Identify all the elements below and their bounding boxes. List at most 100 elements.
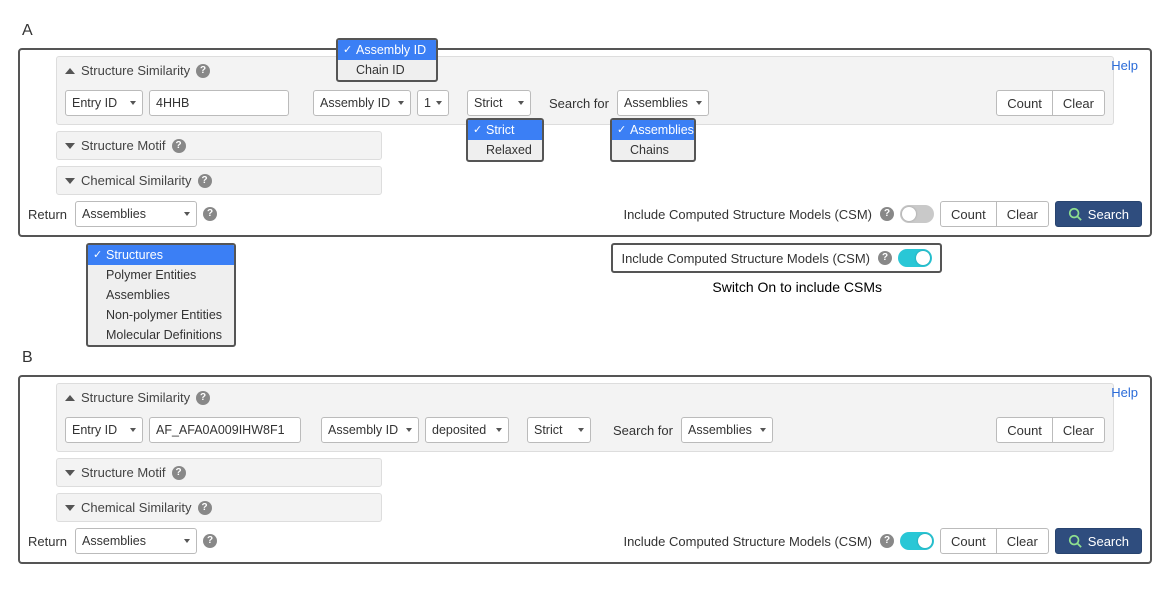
count-clear-group: Count Clear [996,90,1105,116]
dropdown-strict[interactable]: ✓ Strict Relaxed [466,118,544,162]
check-icon: ✓ [617,123,626,136]
count-button[interactable]: Count [940,201,997,227]
help-icon[interactable]: ? [198,174,212,188]
help-icon[interactable]: ? [196,391,210,405]
dropdown-id-type[interactable]: ✓ Assembly ID Chain ID [336,38,438,82]
count-button[interactable]: Count [996,90,1053,116]
caret-down-icon [65,503,75,513]
similarity-form-row: Entry ID 4HHB Assembly ID 1 Strict Searc… [57,84,1113,124]
section-header-similarity[interactable]: Structure Similarity ? [57,384,1113,411]
option-chain-id[interactable]: Chain ID [338,60,436,80]
clear-button[interactable]: Clear [1052,417,1105,443]
help-icon[interactable]: ? [880,207,894,221]
entry-id-select[interactable]: Entry ID [65,417,143,443]
deposited-select[interactable]: deposited [425,417,509,443]
caret-down-icon [65,468,75,478]
option-chains[interactable]: Chains [612,140,694,160]
search-for-select[interactable]: Assemblies [617,90,709,116]
option-polymer-entities[interactable]: Polymer Entities [88,265,234,285]
option-non-polymer-entities[interactable]: Non-polymer Entities [88,305,234,325]
option-relaxed[interactable]: Relaxed [468,140,542,160]
help-icon[interactable]: ? [878,251,892,265]
option-assemblies[interactable]: ✓ Assemblies [612,120,694,140]
dropdown-search-for[interactable]: ✓ Assemblies Chains [610,118,696,162]
section-title: Structure Similarity [81,390,190,405]
panel-b: Help Structure Similarity ? Entry ID AF_… [18,375,1152,564]
entry-id-input[interactable]: AF_AFA0A009IHW8F1 [149,417,301,443]
help-icon[interactable]: ? [196,64,210,78]
id-type-select[interactable]: Assembly ID [313,90,411,116]
section-title: Chemical Similarity [81,500,192,515]
option-assembly-id[interactable]: ✓ Assembly ID [338,40,436,60]
option-label: Strict [486,123,514,137]
help-link[interactable]: Help [1111,58,1138,73]
help-icon[interactable]: ? [172,139,186,153]
option-label: Structures [106,248,163,262]
option-label: Assemblies [106,288,170,302]
similarity-form-row: Entry ID AF_AFA0A009IHW8F1 Assembly ID d… [57,411,1113,451]
option-strict[interactable]: ✓ Strict [468,120,542,140]
search-button-label: Search [1088,534,1129,549]
help-link[interactable]: Help [1111,385,1138,400]
option-label: Relaxed [486,143,532,157]
help-icon[interactable]: ? [198,501,212,515]
entry-id-input[interactable]: 4HHB [149,90,289,116]
id-type-select[interactable]: Assembly ID [321,417,419,443]
strict-select[interactable]: Strict [467,90,531,116]
search-for-label: Search for [549,96,609,111]
panel-a: Help Structure Similarity ? Entry ID 4HH… [18,48,1152,237]
return-label: Return [28,207,67,222]
search-for-select[interactable]: Assemblies [681,417,773,443]
section-structure-similarity: Structure Similarity ? Entry ID 4HHB Ass… [56,56,1114,125]
help-icon[interactable]: ? [880,534,894,548]
option-assemblies[interactable]: Assemblies [88,285,234,305]
count-clear-group: Count Clear [996,417,1105,443]
csm-caption: Switch On to include CSMs [712,279,882,295]
section-header-chem[interactable]: Chemical Similarity ? [57,494,381,521]
csm-on-box: Include Computed Structure Models (CSM) … [611,243,942,273]
help-icon[interactable]: ? [203,534,217,548]
section-title: Structure Similarity [81,63,190,78]
count-button[interactable]: Count [996,417,1053,443]
section-structure-motif: Structure Motif ? [56,131,382,160]
option-structures[interactable]: ✓ Structures [88,245,234,265]
section-title: Structure Motif [81,465,166,480]
section-structure-similarity: Structure Similarity ? Entry ID AF_AFA0A… [56,383,1114,452]
count-clear-group: Count Clear [940,201,1049,227]
search-button[interactable]: Search [1055,528,1142,554]
search-button-label: Search [1088,207,1129,222]
figure-label-b: B [22,349,1152,367]
caret-down-icon [65,141,75,151]
dropdown-return[interactable]: ✓ Structures Polymer Entities Assemblies… [86,243,236,347]
csm-toggle-off[interactable] [900,205,934,223]
panel-footer: Return Assemblies ? Include Computed Str… [20,195,1150,235]
csm-label: Include Computed Structure Models (CSM) [623,207,872,222]
section-header-chem[interactable]: Chemical Similarity ? [57,167,381,194]
clear-button[interactable]: Clear [1052,90,1105,116]
help-icon[interactable]: ? [203,207,217,221]
search-icon [1068,207,1082,221]
check-icon: ✓ [93,248,102,261]
csm-toggle-on[interactable] [898,249,932,267]
section-header-similarity[interactable]: Structure Similarity ? [57,57,1113,84]
clear-button[interactable]: Clear [996,528,1049,554]
return-select[interactable]: Assemblies [75,201,197,227]
section-chemical-similarity: Chemical Similarity ? [56,493,382,522]
option-label: Assembly ID [356,43,426,57]
csm-toggle-on[interactable] [900,532,934,550]
section-header-motif[interactable]: Structure Motif ? [57,132,381,159]
section-header-motif[interactable]: Structure Motif ? [57,459,381,486]
search-button[interactable]: Search [1055,201,1142,227]
count-button[interactable]: Count [940,528,997,554]
section-structure-motif: Structure Motif ? [56,458,382,487]
id-number-select[interactable]: 1 [417,90,449,116]
option-label: Non-polymer Entities [106,308,222,322]
option-label: Polymer Entities [106,268,196,282]
return-select[interactable]: Assemblies [75,528,197,554]
entry-id-select[interactable]: Entry ID [65,90,143,116]
strict-select[interactable]: Strict [527,417,591,443]
help-icon[interactable]: ? [172,466,186,480]
option-molecular-definitions[interactable]: Molecular Definitions [88,325,234,345]
return-label: Return [28,534,67,549]
clear-button[interactable]: Clear [996,201,1049,227]
